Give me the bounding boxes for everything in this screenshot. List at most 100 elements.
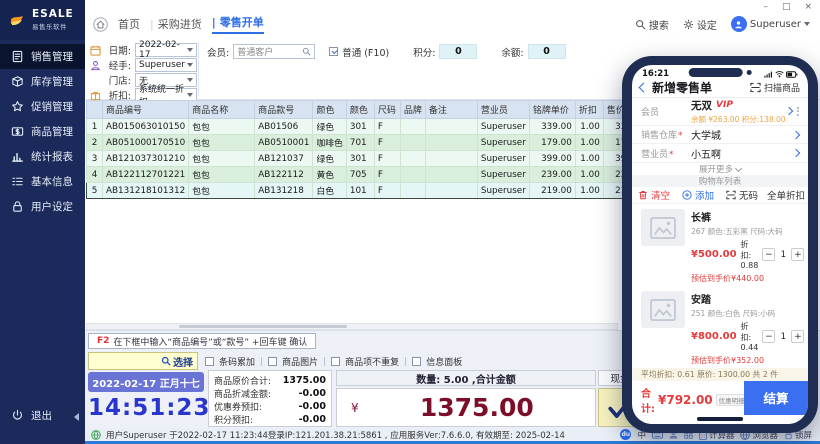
tab-home[interactable]: 首页 [118,16,140,32]
product-image-checkbox[interactable] [268,357,277,366]
minus-button[interactable]: − [762,330,775,343]
horizontal-scrollbar[interactable] [86,323,618,330]
table-header-row: 商品编号商品名称商品款号颜色颜色尺码品牌备注营业员铭牌单价折扣售价单价 [87,101,650,119]
clear-cart-button[interactable]: 清空 [632,188,676,202]
total-value: 1375.00 [283,375,326,386]
sidebar-item-goods[interactable]: 商品管理 [0,119,85,144]
normal-member-checkbox[interactable] [329,47,338,56]
phone-header: 新增零售单 扫描商品 [632,79,808,98]
entry-hint: F2 在下框中输入“商品编号”或“款号” +回车键 确认 [88,333,316,349]
clerk-row[interactable]: 营业员* 小五啊 [632,144,808,163]
balance-value: 0 [528,44,566,59]
tab-retail-billing[interactable]: |零售开单 [212,14,264,34]
back-icon[interactable] [639,83,649,93]
user-name: Superuser [750,19,801,30]
divider [198,42,199,96]
sidebar-item-promotion[interactable]: 促销管理 [0,94,85,119]
add-item-button[interactable]: 添加 [676,188,720,202]
sidebar: ESALE 易售乐软件 销售管理 库存管理 促销管理 商品管理 [0,0,85,444]
cart-item[interactable]: 长裤 267 颜色:五彩黑 尺码:大码 ¥500.00 折扣: 0.88 − 1… [632,204,808,286]
close-button[interactable]: × [804,2,812,12]
info-panel-checkbox[interactable] [412,357,421,366]
price-card-icon [11,125,24,138]
sidebar-item-label: 销售管理 [31,49,73,64]
exit-button[interactable]: 退出 [0,403,85,428]
no-barcode-button[interactable]: 无码 [720,188,764,202]
total-label: 积分预扣: [214,413,253,426]
scan-product-button[interactable]: 扫描商品 [750,81,800,94]
vip-badge: VIP [716,100,733,110]
cart-item[interactable]: 安踏 251 颜色:白色 尺码:小码 ¥800.00 折扣: 0.44 − 1 … [632,286,808,368]
full-order-discount-button[interactable]: 全单折扣 [764,188,808,202]
item-attrs: 267 颜色:五彩黑 尺码:大码 [691,226,799,237]
table-row[interactable]: 1AB015063010150包包AB01506绿色301FSuperuser3… [87,119,650,135]
brand-logo: ESALE 易售乐软件 [0,0,85,40]
phone-notch [689,68,743,77]
sidebar-item-label: 促销管理 [31,99,73,114]
collapse-sidebar-icon[interactable] [74,413,79,421]
sidebar-item-sales[interactable]: 销售管理 [0,44,85,69]
phone-mockup: 16:21 新增零售单 扫描商品 会员 无双 [622,56,818,433]
chevron-down-icon [187,93,193,97]
phone-chin [632,415,808,424]
total-value: -0.00 [299,401,326,412]
expand-more-button[interactable]: 展开更多 [632,163,808,175]
sidebar-item-reports[interactable]: 统计报表 [0,144,85,169]
maximize-button[interactable]: □ [782,2,791,12]
chart-icon [11,150,24,163]
total-label: 优惠券预扣: [214,400,262,413]
sidebar-item-basic-info[interactable]: 基本信息 [0,169,85,194]
minimize-button[interactable]: – [763,2,768,12]
chevron-down-icon [187,78,193,82]
chevron-down-icon [804,22,810,26]
member-name: 无双 [691,98,712,113]
cart-list-title: 购物车列表 [632,175,808,187]
settings-button[interactable]: 设定 [683,17,717,32]
minus-button[interactable]: − [762,248,775,261]
person-icon [90,60,101,71]
barcode-accumulate-checkbox[interactable] [205,357,214,366]
gear-icon [683,19,694,30]
home-icon[interactable] [93,17,108,32]
discount-detail-badge[interactable]: 优惠明细 [716,394,748,406]
more-options-icon[interactable] [797,107,799,116]
chevron-down-icon [187,63,193,67]
grand-total-value: ¥792.00 [658,393,713,407]
clerk-label: 营业员 [641,150,668,160]
handler-dropdown[interactable]: Superuser [135,58,197,72]
warehouse-row[interactable]: 销售仓库* 大学城 [632,126,808,145]
quantity-summary: 数量: 5.00 ,合计金额 [336,370,596,386]
table-row[interactable]: 3AB121037301210包包AB121037绿色301FSuperuser… [87,151,650,167]
total-amount: 1375.00 [359,393,595,422]
date-dropdown[interactable]: 2022-02-17 [135,43,197,57]
search-button[interactable]: 搜索 [635,17,669,32]
checkbox-label: 商品图片 [282,355,318,368]
scan-icon [750,82,761,93]
table-row[interactable]: 4AB122112701221包包AB122112黄色705FSuperuser… [87,167,650,183]
no-duplicate-checkbox[interactable] [331,357,340,366]
member-row[interactable]: 会员 无双 VIP 余额 ¥263.00 积分:138.00 [632,98,808,126]
calendar-icon [90,45,101,56]
checkout-button[interactable]: 结算 [744,381,808,415]
table-row-selected[interactable]: 5AB131218101312包包AB131218白色101FSuperuser… [87,183,650,199]
user-menu[interactable]: Superuser [731,16,810,32]
item-qty: 1 [778,332,788,342]
brand-subtitle: 易售乐软件 [32,21,74,31]
tab-purchase[interactable]: |采购进货 [150,16,202,32]
member-input[interactable]: 普通客户 [233,44,315,59]
select-button[interactable]: 选择 [161,354,193,369]
quantity-stepper: − 1 + [762,330,804,343]
plus-button[interactable]: + [791,248,804,261]
esale-swoosh-icon [7,10,27,30]
sidebar-item-inventory[interactable]: 库存管理 [0,69,85,94]
scrollbar-thumb[interactable] [179,325,347,328]
handler-label: 经手: [105,58,131,72]
ime-icon[interactable]: du [620,429,631,440]
totals-panel: 商品原价合计:1375.00 商品折减金额:-0.00 优惠券预扣:-0.00 … [208,370,332,427]
barcode-input[interactable]: 选择 [88,352,198,370]
sidebar-item-label: 统计报表 [31,149,73,164]
item-price: ¥500.00 [691,249,737,260]
plus-button[interactable]: + [791,330,804,343]
sidebar-item-user-settings[interactable]: 用户设定 [0,194,85,219]
table-row[interactable]: 2AB051000170510包包AB0510001咖啡色701FSuperus… [87,135,650,151]
